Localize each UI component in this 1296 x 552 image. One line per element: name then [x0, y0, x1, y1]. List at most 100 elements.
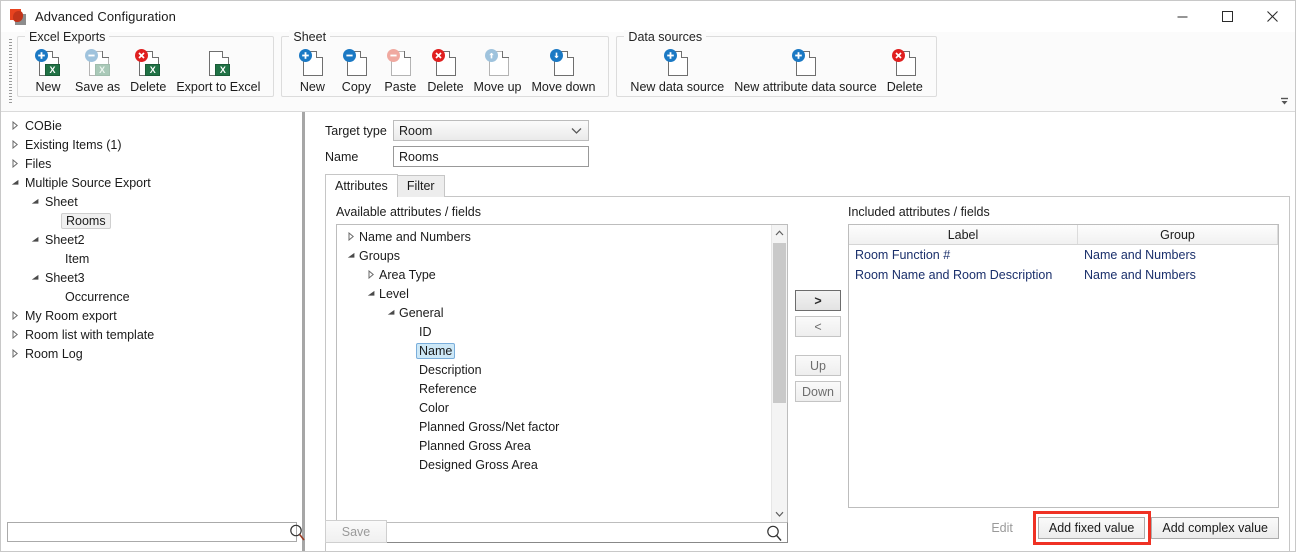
add-attribute-button[interactable]: >: [795, 290, 841, 311]
available-attribute-item[interactable]: Reference: [337, 379, 770, 398]
tree-item-label: Item: [63, 252, 91, 266]
save-as-excel-export-icon: X: [83, 48, 113, 78]
expanded-arrow-icon[interactable]: [27, 198, 43, 206]
tree-item[interactable]: Item: [1, 249, 299, 268]
add-fixed-value-button[interactable]: Add fixed value: [1038, 517, 1145, 539]
tree-item[interactable]: Sheet2: [1, 230, 299, 249]
expanded-arrow-icon[interactable]: [27, 236, 43, 244]
ribbon-drag-grip[interactable]: [9, 39, 12, 105]
collapsed-arrow-icon[interactable]: [7, 121, 23, 130]
ribbon-button-export-to-excel[interactable]: X Export to Excel: [171, 48, 265, 95]
ribbon-button-delete-sheet[interactable]: Delete: [422, 48, 468, 95]
ribbon-button-new-excel-export[interactable]: X New: [26, 48, 70, 95]
expanded-arrow-icon[interactable]: [383, 309, 399, 317]
tree-item[interactable]: Occurrence: [1, 287, 299, 306]
tree-item[interactable]: Sheet3: [1, 268, 299, 287]
ribbon-button-new-data-source[interactable]: New data source: [625, 48, 729, 95]
tree-item[interactable]: Multiple Source Export: [1, 173, 299, 192]
expanded-arrow-icon[interactable]: [363, 290, 379, 298]
expanded-arrow-icon[interactable]: [27, 274, 43, 282]
attribute-search-row[interactable]: Search:: [336, 522, 788, 543]
available-attribute-item[interactable]: ID: [337, 322, 770, 341]
ribbon-button-paste-sheet[interactable]: Paste: [378, 48, 422, 95]
target-type-dropdown[interactable]: Room: [393, 120, 589, 141]
available-attribute-item[interactable]: Name: [337, 341, 770, 360]
table-row[interactable]: Room Function #Name and Numbers: [849, 245, 1278, 265]
available-attributes-tree[interactable]: Name and NumbersGroups Area Type LevelGene…: [337, 225, 770, 522]
available-attribute-item[interactable]: Color: [337, 398, 770, 417]
scrollbar-thumb[interactable]: [773, 243, 786, 403]
collapsed-arrow-icon[interactable]: [7, 349, 23, 358]
maximize-icon[interactable]: [1205, 1, 1250, 32]
available-attribute-item[interactable]: Planned Gross/Net factor: [337, 417, 770, 436]
tree-item-label: Room Log: [23, 347, 85, 361]
available-attribute-item[interactable]: General: [337, 303, 770, 322]
target-type-value: Room: [399, 124, 432, 138]
collapsed-arrow-icon[interactable]: [363, 270, 379, 279]
tree-item[interactable]: Room list with template: [1, 325, 299, 344]
ribbon-button-copy-sheet[interactable]: Copy: [334, 48, 378, 95]
minimize-icon[interactable]: [1160, 1, 1205, 32]
tree-item[interactable]: Existing Items (1): [1, 135, 299, 154]
tree-item[interactable]: Sheet: [1, 192, 299, 211]
table-row[interactable]: Room Name and Room DescriptionName and N…: [849, 265, 1278, 285]
chevron-collapse-icon[interactable]: [1278, 95, 1291, 108]
ribbon-button-move-up-sheet[interactable]: Move up: [469, 48, 527, 95]
edit-button[interactable]: Edit: [981, 517, 1023, 539]
column-header-label[interactable]: Label: [849, 225, 1078, 244]
available-attributes-listbox[interactable]: Name and NumbersGroups Area Type LevelGene…: [336, 224, 788, 523]
included-attributes-actions: Edit Add fixed value Add complex value: [848, 508, 1279, 543]
tree-item-label: Rooms: [61, 213, 111, 229]
available-attribute-item[interactable]: Area Type: [337, 265, 770, 284]
chevron-up-icon[interactable]: [772, 225, 787, 241]
available-attributes-caption: Available attributes / fields: [336, 205, 788, 221]
expanded-arrow-icon[interactable]: [7, 179, 23, 187]
available-attribute-item[interactable]: Designed Gross Area: [337, 455, 770, 474]
collapsed-arrow-icon[interactable]: [7, 330, 23, 339]
available-attribute-item[interactable]: Groups: [337, 246, 770, 265]
save-button[interactable]: Save: [325, 520, 387, 543]
tab-filter[interactable]: Filter: [397, 175, 445, 197]
available-attribute-label: Area Type: [379, 268, 436, 282]
ribbon-button-save-as-excel-export[interactable]: X Save as: [70, 48, 125, 95]
available-attribute-item[interactable]: Planned Gross Area: [337, 436, 770, 455]
ribbon-button-new-attribute-data-source[interactable]: New attribute data source: [729, 48, 881, 95]
collapsed-arrow-icon[interactable]: [7, 140, 23, 149]
ribbon-button-delete-excel-export[interactable]: X Delete: [125, 48, 171, 95]
tree-item[interactable]: Files: [1, 154, 299, 173]
available-attributes-scrollbar[interactable]: [771, 225, 787, 522]
name-input[interactable]: [393, 146, 589, 167]
grid-body[interactable]: Room Function #Name and NumbersRoom Name…: [849, 245, 1278, 507]
pane-splitter[interactable]: [299, 112, 307, 551]
expanded-arrow-icon[interactable]: [343, 252, 359, 260]
collapsed-arrow-icon[interactable]: [7, 311, 23, 320]
new-attribute-data-source-icon: [790, 48, 820, 78]
tree-item[interactable]: COBie: [1, 116, 299, 135]
add-complex-value-button[interactable]: Add complex value: [1151, 517, 1279, 539]
search-icon[interactable]: [289, 523, 306, 542]
ribbon-button-new-sheet[interactable]: New: [290, 48, 334, 95]
column-header-group[interactable]: Group: [1078, 225, 1278, 244]
chevron-down-icon[interactable]: [772, 506, 787, 522]
search-icon[interactable]: [766, 524, 783, 545]
tree-item[interactable]: Rooms: [1, 211, 299, 230]
remove-attribute-button[interactable]: <: [795, 316, 841, 337]
close-icon[interactable]: [1250, 1, 1295, 32]
collapsed-arrow-icon[interactable]: [7, 159, 23, 168]
export-tree[interactable]: COBieExisting Items (1)FilesMultiple Sou…: [1, 112, 299, 522]
tree-item[interactable]: Room Log: [1, 344, 299, 363]
tab-attributes[interactable]: Attributes: [325, 174, 398, 197]
new-excel-export-icon: X: [33, 48, 63, 78]
ribbon-button-move-down-sheet[interactable]: Move down: [526, 48, 600, 95]
available-attribute-item[interactable]: Name and Numbers: [337, 227, 770, 246]
move-up-button[interactable]: Up: [795, 355, 841, 376]
collapsed-arrow-icon[interactable]: [343, 232, 359, 241]
tree-item[interactable]: My Room export: [1, 306, 299, 325]
included-attributes-grid[interactable]: Label Group Room Function #Name and Numb…: [848, 224, 1279, 508]
ribbon-button-delete-data-source[interactable]: Delete: [882, 48, 928, 95]
tree-search-input[interactable]: [7, 522, 297, 542]
available-attribute-item[interactable]: Description: [337, 360, 770, 379]
move-down-button[interactable]: Down: [795, 381, 841, 402]
available-attribute-item[interactable]: Level: [337, 284, 770, 303]
available-attribute-label: ID: [419, 325, 432, 339]
